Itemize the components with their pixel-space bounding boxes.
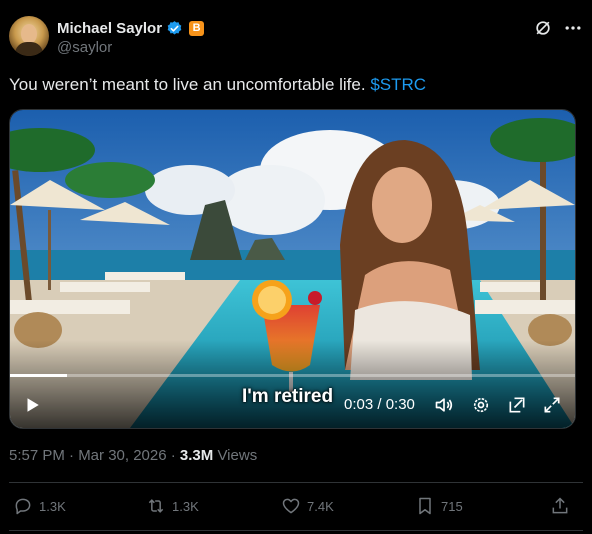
bitcoin-badge[interactable]: B [189,20,205,36]
share-icon [552,497,568,514]
video-frame [10,110,575,428]
video-player[interactable]: I'm retired 0:03 / 0:30 [9,109,576,429]
divider-bottom [9,530,583,531]
grok-icon[interactable] [533,18,553,38]
display-name[interactable]: Michael Saylor [57,20,162,37]
reply-button[interactable]: 1.3K [13,496,66,516]
share-button[interactable] [550,496,570,516]
volume-icon[interactable] [434,395,454,415]
tweet-header: Michael Saylor B @saylor [9,16,583,58]
tweet-text: You weren’t meant to live an uncomfortab… [9,75,426,95]
tweet-meta: 5:57 PM · Mar 30, 2026 · 3.3M Views [9,447,257,464]
repost-button[interactable]: 1.3K [146,496,199,516]
video-progress-track[interactable] [10,374,575,377]
like-count: 7.4K [307,498,334,514]
video-controls: I'm retired 0:03 / 0:30 [10,382,575,428]
video-caption: I'm retired [242,386,334,407]
like-button[interactable]: 7.4K [281,496,334,516]
avatar[interactable] [9,16,49,56]
bookmark-icon [419,497,431,515]
name-row: Michael Saylor B [57,18,205,38]
play-icon[interactable] [23,396,41,414]
handle[interactable]: @saylor [57,39,112,56]
avatar-face [21,24,37,44]
reply-count: 1.3K [39,498,66,514]
avatar-body [15,42,43,56]
views-count: 3.3M [179,447,214,464]
fullscreen-icon[interactable] [542,395,562,415]
divider [9,482,583,483]
bookmark-button[interactable]: 715 [415,496,463,516]
settings-icon[interactable] [471,395,491,415]
repost-icon [148,499,164,513]
reply-icon [15,498,31,515]
cashtag-link[interactable]: $STRC [370,75,426,94]
popout-icon[interactable] [507,395,527,415]
action-bar: 1.3K 1.3K 7.4K 715 [9,496,583,520]
video-time: 0:03 / 0:30 [344,396,415,413]
timestamp[interactable]: 5:57 PM · Mar 30, 2026 · [9,447,180,464]
bookmark-count: 715 [441,498,463,514]
repost-count: 1.3K [172,498,199,514]
like-icon [282,498,300,514]
more-icon[interactable] [563,18,583,38]
tweet-body: You weren’t meant to live an uncomfortab… [9,75,371,94]
verified-icon[interactable] [166,20,183,37]
video-progress-fill [10,374,67,377]
views-label: Views [213,447,258,464]
